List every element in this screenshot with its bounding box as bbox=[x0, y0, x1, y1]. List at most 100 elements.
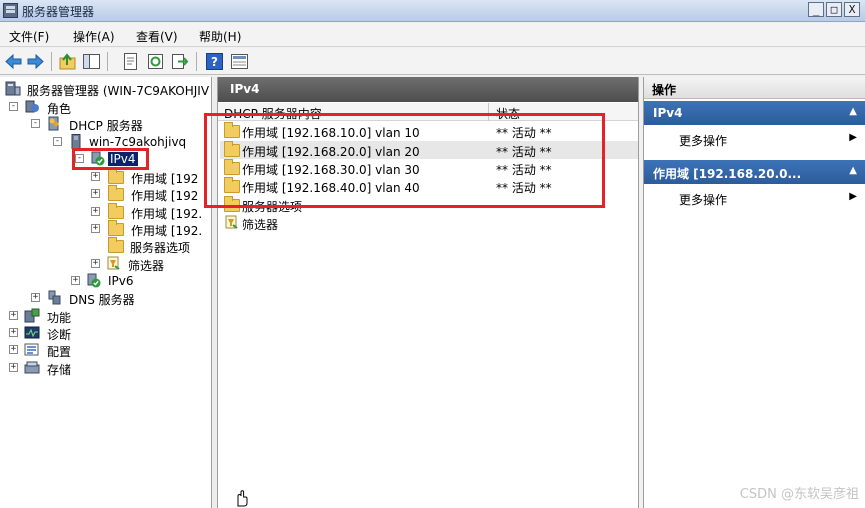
expand-toggle[interactable]: + bbox=[9, 363, 18, 372]
maximize-button[interactable]: □ bbox=[826, 2, 842, 17]
tree-item-server-manager[interactable]: 服务器管理器 (WIN-7C9AKOHJIV bbox=[5, 80, 211, 98]
action-more-actions[interactable]: 更多操作 ▶ bbox=[644, 187, 865, 209]
collapse-toggle[interactable]: - bbox=[53, 137, 62, 146]
properties-icon[interactable] bbox=[121, 52, 140, 71]
refresh-icon[interactable] bbox=[146, 52, 165, 71]
toolbar: ? bbox=[0, 48, 865, 75]
folder-icon bbox=[108, 168, 124, 184]
tree-label: 服务器管理器 (WIN-7C9AKOHJIV bbox=[27, 84, 210, 98]
actions-section-ipv4[interactable]: IPv4 ▲ bbox=[644, 101, 865, 125]
expand-toggle[interactable]: + bbox=[9, 345, 18, 354]
roles-icon bbox=[25, 100, 39, 113]
server-manager-icon bbox=[5, 81, 21, 96]
svg-text:?: ? bbox=[211, 55, 218, 69]
diagnostics-icon bbox=[24, 326, 40, 339]
folder-icon bbox=[108, 220, 124, 236]
actions-title: 操作 bbox=[644, 77, 865, 99]
menu-view[interactable]: 查看(V) bbox=[136, 28, 178, 45]
expand-toggle[interactable]: + bbox=[91, 172, 100, 181]
close-button[interactable]: X bbox=[844, 2, 860, 17]
forward-arrow-icon[interactable] bbox=[26, 52, 45, 71]
back-arrow-icon[interactable] bbox=[4, 52, 23, 71]
tree-item-server-options[interactable]: 服务器选项 bbox=[108, 237, 211, 255]
window-title: 服务器管理器 bbox=[22, 5, 95, 19]
action-label: 更多操作 bbox=[679, 193, 728, 207]
server-manager-icon bbox=[3, 3, 18, 18]
submenu-arrow-icon: ▶ bbox=[849, 132, 857, 143]
tree-label: win-7c9akohjivq bbox=[89, 135, 187, 149]
actions-section-scope[interactable]: 作用域 [192.168.20.0... ▲ bbox=[644, 160, 865, 184]
tree-item-configuration[interactable]: + 配置 bbox=[9, 341, 209, 359]
menu-help[interactable]: 帮助(H) bbox=[199, 28, 241, 45]
collapse-toggle[interactable]: - bbox=[9, 102, 18, 111]
title-bar[interactable]: 服务器管理器 _ □ X bbox=[0, 0, 865, 22]
minimize-button[interactable]: _ bbox=[808, 2, 824, 17]
up-folder-icon[interactable] bbox=[58, 52, 77, 71]
tree-label: 存储 bbox=[47, 363, 72, 377]
toolbar-separator bbox=[107, 52, 108, 71]
tree-label: 作用域 [192 bbox=[131, 189, 199, 203]
filter-icon bbox=[107, 256, 120, 270]
results-title: IPv4 bbox=[230, 82, 260, 96]
tree-label: 服务器选项 bbox=[130, 241, 191, 255]
list-item-filters[interactable]: 筛选器 bbox=[220, 214, 638, 232]
menu-bar: 文件(F) 操作(A) 查看(V) 帮助(H) bbox=[0, 23, 865, 47]
tree-item-filters[interactable]: + 筛选器 bbox=[91, 255, 211, 273]
tree-label: DNS 服务器 bbox=[69, 293, 135, 307]
toolbar-separator bbox=[196, 52, 197, 71]
help-icon[interactable]: ? bbox=[205, 52, 224, 71]
configuration-icon bbox=[24, 343, 39, 356]
expand-toggle[interactable]: + bbox=[9, 328, 18, 337]
action-more-actions[interactable]: 更多操作 ▶ bbox=[644, 128, 865, 150]
tree-item-features[interactable]: + 功能 bbox=[9, 307, 209, 325]
tree-item-scope[interactable]: + 作用域 [192. bbox=[91, 220, 211, 238]
expand-toggle[interactable]: + bbox=[91, 259, 100, 268]
expand-toggle[interactable]: + bbox=[91, 207, 100, 216]
tree-item-dns-server[interactable]: + DNS 服务器 bbox=[31, 289, 211, 307]
view-icon[interactable] bbox=[230, 52, 249, 71]
expand-toggle[interactable]: + bbox=[9, 311, 18, 320]
ipv6-check-icon bbox=[87, 273, 101, 288]
tree-item-dhcp-server[interactable]: - DHCP 服务器 bbox=[31, 115, 211, 133]
watermark: CSDN @东软吴彦祖 bbox=[739, 487, 859, 502]
server-icon bbox=[71, 134, 81, 149]
export-list-icon[interactable] bbox=[170, 52, 189, 71]
expand-toggle[interactable]: + bbox=[31, 293, 40, 302]
tree-item-ipv6[interactable]: + IPv6 bbox=[71, 272, 171, 290]
tree-item-roles[interactable]: - 角色 bbox=[9, 98, 209, 116]
folder-icon bbox=[108, 185, 124, 201]
actions-title-label: 操作 bbox=[652, 83, 677, 97]
tree-item-scope[interactable]: + 作用域 [192 bbox=[91, 185, 211, 203]
tree-item-storage[interactable]: + 存储 bbox=[9, 359, 209, 377]
folder-icon bbox=[108, 203, 124, 219]
tree-item-diagnostics[interactable]: + 诊断 bbox=[9, 324, 209, 342]
collapse-icon[interactable]: ▲ bbox=[849, 165, 857, 176]
tree-label: IPv6 bbox=[108, 274, 134, 288]
tree-item-scope[interactable]: + 作用域 [192. bbox=[91, 203, 211, 221]
tree-label: DHCP 服务器 bbox=[69, 119, 143, 133]
annotation-highlight-ipv4 bbox=[72, 148, 149, 170]
actions-pane: 操作 IPv4 ▲ 更多操作 ▶ 作用域 [192.168.20.0... ▲ … bbox=[643, 77, 865, 508]
tree-label: 配置 bbox=[47, 345, 72, 359]
menu-action[interactable]: 操作(A) bbox=[73, 28, 115, 45]
annotation-highlight-scopes bbox=[204, 113, 605, 208]
console-tree: 服务器管理器 (WIN-7C9AKOHJIV - 角色 - DHCP 服务器 -… bbox=[0, 77, 212, 508]
collapse-icon[interactable]: ▲ bbox=[849, 106, 857, 117]
actions-section-title: 作用域 [192.168.20.0... bbox=[653, 167, 802, 181]
filter-icon bbox=[225, 215, 238, 229]
tree-item-scope[interactable]: + 作用域 [192 bbox=[91, 168, 211, 186]
submenu-arrow-icon: ▶ bbox=[849, 191, 857, 202]
dhcp-server-icon bbox=[48, 116, 59, 131]
expand-toggle[interactable]: + bbox=[91, 224, 100, 233]
show-hide-tree-icon[interactable] bbox=[82, 52, 101, 71]
expand-toggle[interactable]: + bbox=[91, 189, 100, 198]
action-label: 更多操作 bbox=[679, 134, 728, 148]
menu-file[interactable]: 文件(F) bbox=[9, 28, 49, 45]
dns-server-icon bbox=[48, 290, 61, 305]
storage-icon bbox=[24, 361, 40, 374]
folder-icon bbox=[108, 237, 124, 253]
results-header: IPv4 bbox=[218, 77, 638, 102]
collapse-toggle[interactable]: - bbox=[31, 119, 40, 128]
expand-toggle[interactable]: + bbox=[71, 276, 80, 285]
toolbar-separator bbox=[51, 52, 52, 71]
